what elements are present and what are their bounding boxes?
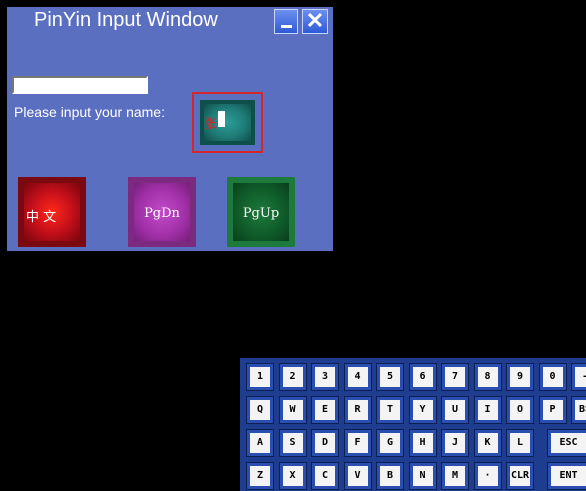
on-screen-keyboard: 1234567890- QWERTYUIOPBS ASDFGHJKL ESC ZXCVB…: [240, 358, 586, 491]
key-dot[interactable]: ·: [473, 462, 502, 490]
key-j[interactable]: J: [441, 429, 469, 457]
key-p[interactable]: P: [538, 396, 567, 424]
key-a[interactable]: A: [246, 429, 274, 457]
close-icon: ✕: [305, 8, 325, 33]
close-button[interactable]: ✕: [302, 9, 328, 34]
key-w[interactable]: W: [278, 396, 307, 424]
page-up-button[interactable]: PgUp: [227, 177, 295, 247]
page-down-label: PgDn: [144, 206, 180, 221]
key-f[interactable]: F: [343, 429, 372, 457]
text-cursor: [218, 111, 225, 127]
key-6[interactable]: 6: [408, 363, 437, 391]
key-r[interactable]: R: [343, 396, 372, 424]
page-up-label: PgUp: [242, 206, 280, 221]
key-8[interactable]: 8: [473, 363, 502, 391]
key-clr[interactable]: CLR: [506, 462, 534, 490]
key-t[interactable]: T: [376, 396, 404, 424]
page-down-button[interactable]: PgDn: [128, 177, 196, 247]
key-4[interactable]: 4: [343, 363, 372, 391]
minimize-icon: [281, 25, 292, 28]
chinese-mode-label: 中 文: [26, 210, 57, 225]
key-u[interactable]: U: [441, 396, 469, 424]
key-q[interactable]: Q: [246, 396, 274, 424]
candidate-key[interactable]: 张: [200, 100, 255, 145]
key-v[interactable]: V: [343, 462, 372, 490]
window-title: PinYin Input Window: [34, 9, 218, 31]
key-i[interactable]: I: [473, 396, 502, 424]
key-b[interactable]: B: [376, 462, 404, 490]
candidate-selection-frame: 张: [192, 92, 263, 153]
key-x[interactable]: X: [278, 462, 307, 490]
key-5[interactable]: 5: [376, 363, 404, 391]
key-g[interactable]: G: [376, 429, 404, 457]
key-ent[interactable]: ENT: [546, 462, 586, 490]
key-h[interactable]: H: [408, 429, 437, 457]
key-0[interactable]: 0: [538, 363, 567, 391]
key-minus[interactable]: -: [571, 363, 586, 391]
title-bar[interactable]: PinYin Input Window ✕: [7, 7, 333, 37]
key-m[interactable]: M: [441, 462, 469, 490]
key-s[interactable]: S: [278, 429, 307, 457]
key-d[interactable]: D: [311, 429, 339, 457]
key-n[interactable]: N: [408, 462, 437, 490]
key-c[interactable]: C: [311, 462, 339, 490]
minimize-button[interactable]: [274, 9, 298, 34]
key-y[interactable]: Y: [408, 396, 437, 424]
key-e[interactable]: E: [311, 396, 339, 424]
key-7[interactable]: 7: [441, 363, 469, 391]
key-esc[interactable]: ESC: [546, 429, 586, 457]
name-prompt-label: Please input your name:: [14, 104, 165, 120]
name-input[interactable]: [12, 76, 148, 94]
key-o[interactable]: O: [506, 396, 534, 424]
chinese-mode-button[interactable]: 中 文: [18, 177, 86, 247]
key-9[interactable]: 9: [506, 363, 534, 391]
key-z[interactable]: Z: [246, 462, 274, 490]
key-k[interactable]: K: [473, 429, 502, 457]
key-2[interactable]: 2: [278, 363, 307, 391]
key-l[interactable]: L: [506, 429, 534, 457]
key-bs[interactable]: BS: [571, 396, 586, 424]
pinyin-input-window: PinYin Input Window ✕ Please input your …: [7, 7, 333, 251]
candidate-char: 张: [204, 116, 218, 131]
key-3[interactable]: 3: [311, 363, 339, 391]
key-1[interactable]: 1: [246, 363, 274, 391]
